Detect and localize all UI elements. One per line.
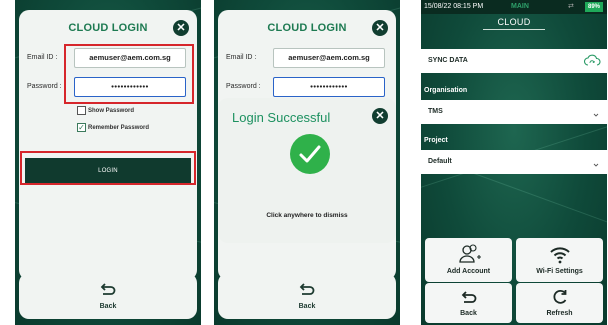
status-bar: 15/08/22 08:15 PM MAIN ⇄ 89%	[421, 0, 607, 14]
success-popup[interactable]: Login Successful ✕ Click anywhere to dis…	[218, 98, 396, 243]
checkmark-icon	[290, 134, 330, 174]
dismiss-hint: Click anywhere to dismiss	[266, 212, 348, 219]
project-label: Project	[424, 137, 448, 144]
project-value: Default	[428, 158, 452, 165]
email-label: Email ID :	[226, 54, 257, 61]
sync-data-button[interactable]: SYNC DATA	[421, 49, 607, 73]
status-time: 15/08/22 08:15 PM	[424, 3, 484, 10]
chevron-down-icon	[593, 113, 599, 117]
back-arrow-icon	[461, 291, 476, 303]
refresh-label: Refresh	[546, 310, 573, 317]
back-label: Back	[460, 310, 477, 317]
status-mode: MAIN	[511, 3, 529, 10]
organisation-value: TMS	[428, 108, 443, 115]
popup-title: Login Successful	[232, 110, 331, 125]
organisation-select[interactable]: TMS	[421, 100, 607, 124]
wifi-settings-label: Wi-Fi Settings	[536, 268, 583, 275]
close-icon[interactable]: ✕	[372, 108, 388, 124]
show-password-checkbox[interactable]	[77, 106, 86, 115]
battery-badge: 89%	[585, 2, 603, 12]
sync-data-label: SYNC DATA	[428, 57, 468, 64]
add-account-label: Add Account	[446, 268, 491, 275]
success-screen: CLOUD LOGIN ✕ Email ID : aemuser@aem.com…	[214, 0, 400, 325]
add-account-button[interactable]: Add Account	[425, 238, 512, 282]
project-select[interactable]: Default	[421, 150, 607, 174]
show-password-label: Show Password	[88, 108, 135, 114]
login-screen: CLOUD LOGIN ✕ Email ID : aemuser@aem.com…	[15, 0, 201, 325]
wifi-icon	[549, 247, 570, 264]
dialog-title: CLOUD LOGIN	[68, 22, 148, 34]
back-arrow-icon	[100, 283, 116, 295]
password-label: Password :	[226, 83, 261, 90]
cloud-screen: 15/08/22 08:15 PM MAIN ⇄ 89% CLOUD SYNC …	[421, 0, 607, 325]
email-label: Email ID :	[27, 54, 58, 61]
back-button[interactable]: Back	[19, 273, 197, 319]
title-underline	[483, 29, 545, 30]
close-icon[interactable]: ✕	[173, 20, 189, 36]
dialog-title: CLOUD LOGIN	[267, 22, 347, 34]
remember-password-checkbox[interactable]: ✓	[77, 123, 86, 132]
back-button[interactable]: Back	[218, 273, 396, 319]
highlight-credentials-box	[64, 44, 194, 104]
wifi-settings-button[interactable]: Wi-Fi Settings	[516, 238, 603, 282]
password-label: Password :	[27, 83, 62, 90]
back-label: Back	[99, 303, 117, 310]
chevron-down-icon	[593, 163, 599, 167]
back-label: Back	[298, 303, 316, 310]
add-account-icon	[458, 244, 481, 263]
remember-password-label: Remember Password	[88, 125, 150, 131]
email-field[interactable]: aemuser@aem.com.sg	[273, 48, 385, 68]
refresh-button[interactable]: Refresh	[516, 283, 603, 323]
back-arrow-icon	[299, 283, 315, 295]
password-field[interactable]: ••••••••••••	[273, 77, 385, 97]
page-title: CLOUD	[497, 17, 531, 27]
refresh-icon	[553, 289, 566, 304]
close-icon[interactable]: ✕	[372, 20, 388, 36]
organisation-label: Organisation	[424, 87, 468, 94]
cloud-sync-icon	[583, 54, 601, 66]
back-button[interactable]: Back	[425, 283, 512, 323]
connection-icon: ⇄	[568, 3, 574, 10]
highlight-login-box	[20, 151, 196, 185]
